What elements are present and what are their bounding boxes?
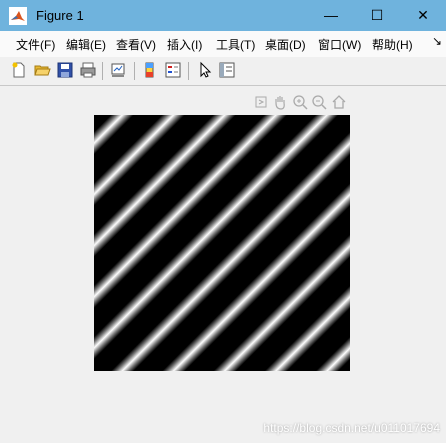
watermark-text: https://blog.csdn.net/u011017694 bbox=[263, 421, 440, 435]
legend-icon[interactable] bbox=[164, 61, 182, 79]
menu-edit[interactable]: 编辑(E) bbox=[66, 36, 106, 53]
save-icon[interactable] bbox=[56, 61, 74, 79]
toolbar-separator bbox=[134, 62, 135, 80]
maximize-button[interactable]: ☐ bbox=[354, 0, 400, 31]
menu-insert[interactable]: 插入(I) bbox=[167, 36, 202, 53]
close-button[interactable]: ✕ bbox=[400, 0, 446, 31]
menu-window[interactable]: 窗口(W) bbox=[318, 36, 361, 53]
menu-help[interactable]: 帮助(H) bbox=[372, 36, 413, 53]
pan-hand-icon[interactable] bbox=[272, 94, 288, 110]
figure-toolbar bbox=[0, 57, 446, 86]
open-file-icon[interactable] bbox=[33, 61, 51, 79]
zoom-out-icon[interactable] bbox=[311, 94, 327, 110]
title-bar: Figure 1 — ☐ ✕ bbox=[0, 0, 446, 31]
grating-image bbox=[94, 115, 350, 371]
toolbar-separator bbox=[188, 62, 189, 80]
minimize-button[interactable]: — bbox=[308, 0, 354, 31]
menu-overflow-icon[interactable]: ↘ bbox=[432, 34, 442, 48]
colorbar-icon[interactable] bbox=[141, 61, 159, 79]
property-inspector-icon[interactable] bbox=[218, 61, 236, 79]
new-figure-icon[interactable] bbox=[10, 61, 28, 79]
home-icon[interactable] bbox=[331, 94, 347, 110]
menu-view[interactable]: 查看(V) bbox=[116, 36, 156, 53]
menu-bar: 文件(F) 编辑(E) 查看(V) 插入(I) 工具(T) 桌面(D) 窗口(W… bbox=[0, 31, 446, 57]
menu-tools[interactable]: 工具(T) bbox=[216, 36, 255, 53]
export-icon[interactable] bbox=[253, 94, 269, 110]
toolbar-separator bbox=[102, 62, 103, 80]
window-title: Figure 1 bbox=[36, 8, 84, 23]
menu-desktop[interactable]: 桌面(D) bbox=[265, 36, 306, 53]
link-plot-icon[interactable] bbox=[109, 61, 127, 79]
zoom-in-icon[interactable] bbox=[292, 94, 308, 110]
pointer-icon[interactable] bbox=[196, 61, 214, 79]
menu-file[interactable]: 文件(F) bbox=[16, 36, 55, 53]
print-icon[interactable] bbox=[79, 61, 97, 79]
matlab-logo-icon bbox=[9, 7, 27, 25]
